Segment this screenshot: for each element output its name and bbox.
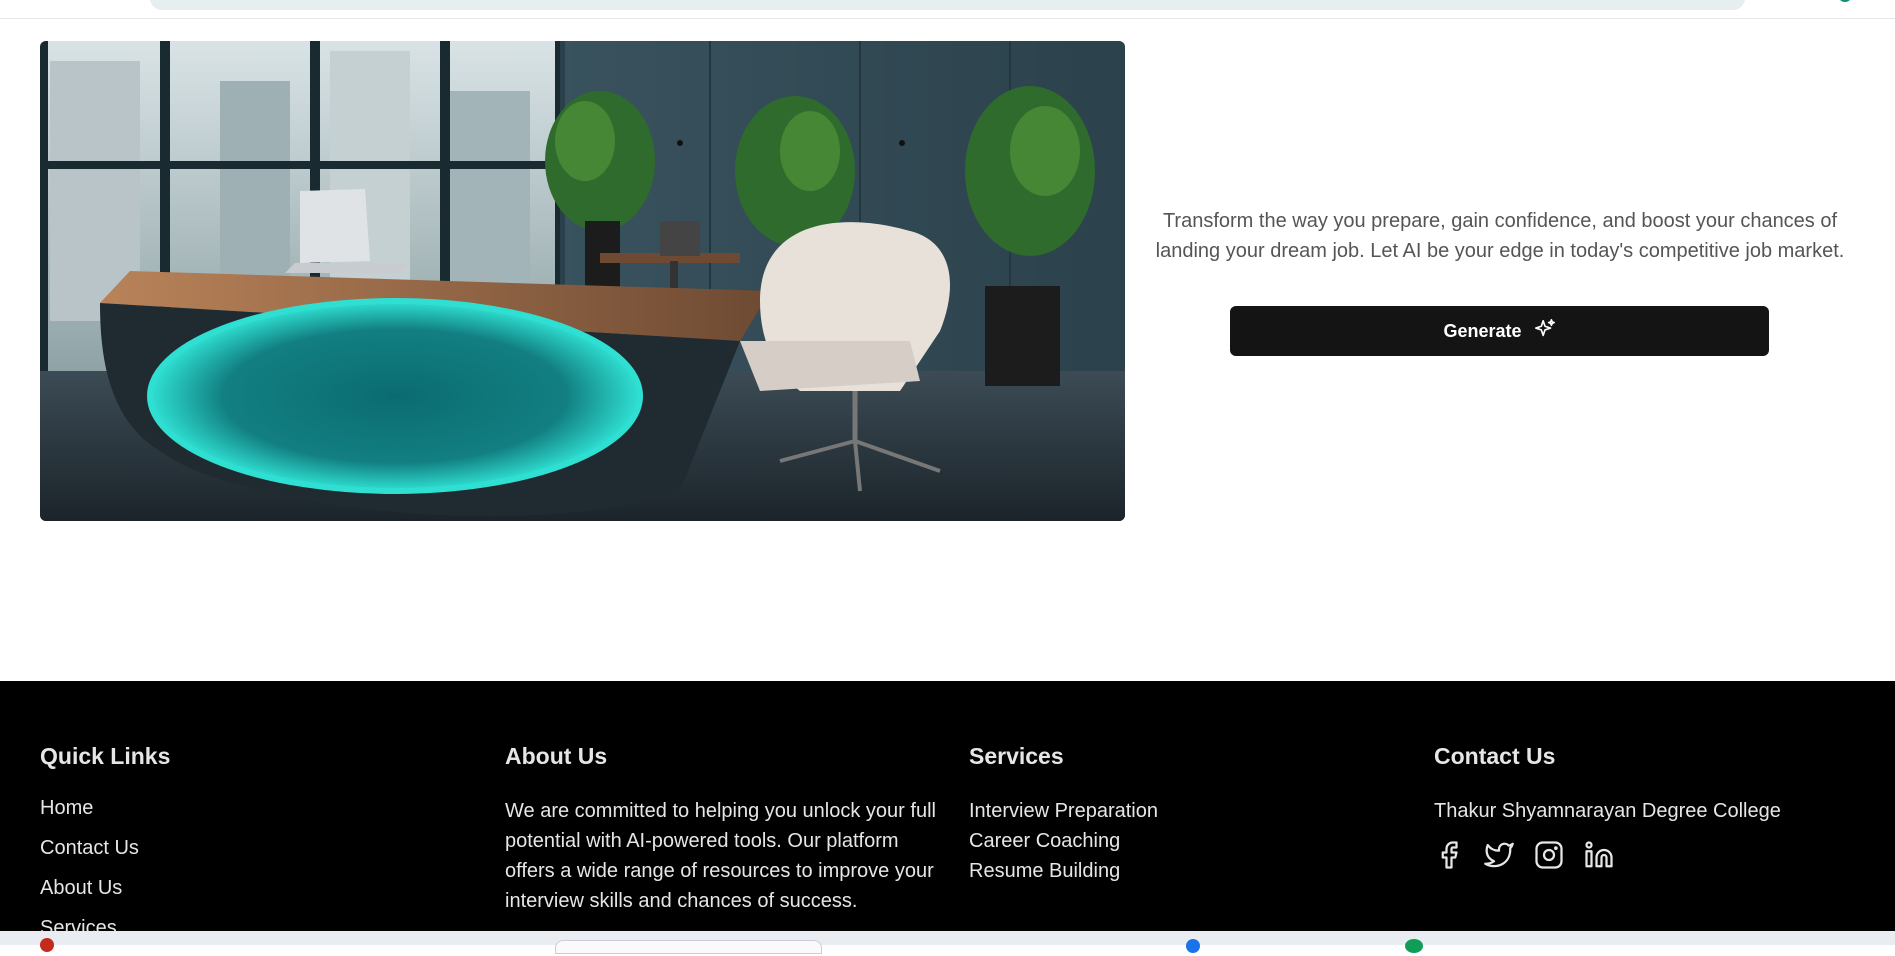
about-title: About Us (505, 743, 608, 769)
contact-column: Contact Us Thakur Shyamnarayan Degree Co… (1434, 743, 1874, 875)
taskbar-search[interactable] (555, 940, 822, 954)
quick-links-column: Quick Links Home Contact Us About Us Ser… (40, 743, 480, 956)
linkedin-icon[interactable] (1584, 840, 1614, 875)
site-footer: Quick Links Home Contact Us About Us Ser… (0, 681, 1895, 939)
generate-button[interactable]: Generate (1230, 306, 1769, 356)
about-text: We are committed to helping you unlock y… (505, 800, 936, 912)
twitter-icon[interactable] (1484, 840, 1514, 875)
taskbar-app-icon[interactable] (40, 938, 54, 952)
quick-links-title: Quick Links (40, 743, 171, 769)
contact-address: Thakur Shyamnarayan Degree College (1434, 800, 1781, 822)
service-link-coaching[interactable]: Career Coaching (969, 826, 1409, 856)
search-bar[interactable] (150, 0, 1745, 10)
service-link-resume[interactable]: Resume Building (969, 856, 1409, 886)
about-column: About Us We are committed to helping you… (505, 743, 945, 916)
taskbar-app-icon-green[interactable] (1405, 939, 1423, 953)
sparkles-icon (1534, 318, 1556, 345)
profile-avatar[interactable] (1838, 0, 1852, 2)
social-links (1434, 840, 1874, 875)
contact-title: Contact Us (1434, 743, 1556, 769)
footer-link-contact[interactable]: Contact Us (40, 836, 480, 860)
hero-description: Transform the way you prepare, gain conf… (1155, 210, 1845, 262)
taskbar-browser-icon[interactable] (1186, 939, 1200, 953)
footer-link-home[interactable]: Home (40, 796, 480, 820)
service-link-interview[interactable]: Interview Preparation (969, 796, 1409, 826)
instagram-icon[interactable] (1534, 840, 1564, 875)
os-taskbar (0, 931, 1895, 954)
services-column: Services Interview Preparation Career Co… (969, 743, 1409, 886)
generate-button-label: Generate (1443, 320, 1522, 341)
footer-link-about[interactable]: About Us (40, 876, 480, 900)
top-navbar (0, 0, 1895, 19)
facebook-icon[interactable] (1434, 840, 1464, 875)
services-title: Services (969, 743, 1064, 769)
hero-office-image (40, 41, 1125, 521)
